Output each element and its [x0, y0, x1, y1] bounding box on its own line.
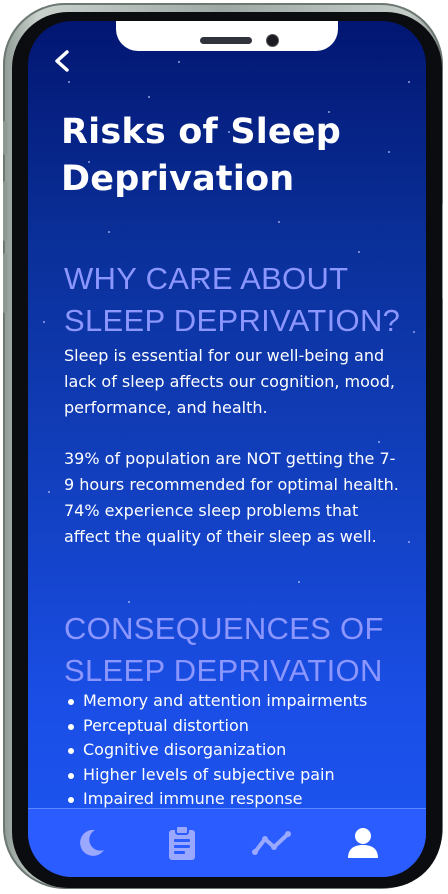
front-camera [266, 34, 279, 47]
clipboard-icon [168, 825, 195, 860]
back-button[interactable] [48, 47, 76, 75]
volume-up-button [3, 181, 7, 241]
trend-line-icon [252, 831, 292, 855]
section-heading-why-care: WHY CARE ABOUT SLEEP DEPRIVATION? [64, 261, 401, 338]
phone-notch [116, 21, 338, 51]
bottom-tab-bar [28, 808, 426, 877]
paragraph-statistics: 39% of population are NOT getting the 7-… [64, 449, 399, 546]
list-item: Memory and attention impairments [68, 689, 408, 714]
user-icon [347, 828, 378, 858]
chevron-left-icon [55, 50, 69, 72]
consequences-list: Memory and attention impairments Percept… [68, 689, 408, 812]
app-screen: Risks of Sleep Deprivation WHY CARE ABOU… [28, 21, 426, 877]
paragraph-sleep-essential: Sleep is essential for our well-being an… [64, 346, 395, 417]
list-item: Higher levels of subjective pain [68, 763, 408, 788]
volume-down-button [3, 253, 7, 313]
list-item: Perceptual distortion [68, 714, 408, 739]
tab-sleep[interactable] [68, 820, 114, 866]
moon-icon [80, 829, 105, 856]
speaker-grille [200, 37, 252, 44]
mute-switch [3, 121, 7, 155]
tab-journal[interactable] [159, 820, 205, 866]
tab-profile[interactable] [340, 820, 386, 866]
tab-trends[interactable] [249, 820, 295, 866]
phone-frame: Risks of Sleep Deprivation WHY CARE ABOU… [3, 3, 443, 889]
section-heading-consequences: CONSEQUENCES OF SLEEP DEPRIVATION [64, 611, 384, 688]
page-title: Risks of Sleep Deprivation [61, 112, 342, 199]
list-item: Cognitive disorganization [68, 738, 408, 763]
